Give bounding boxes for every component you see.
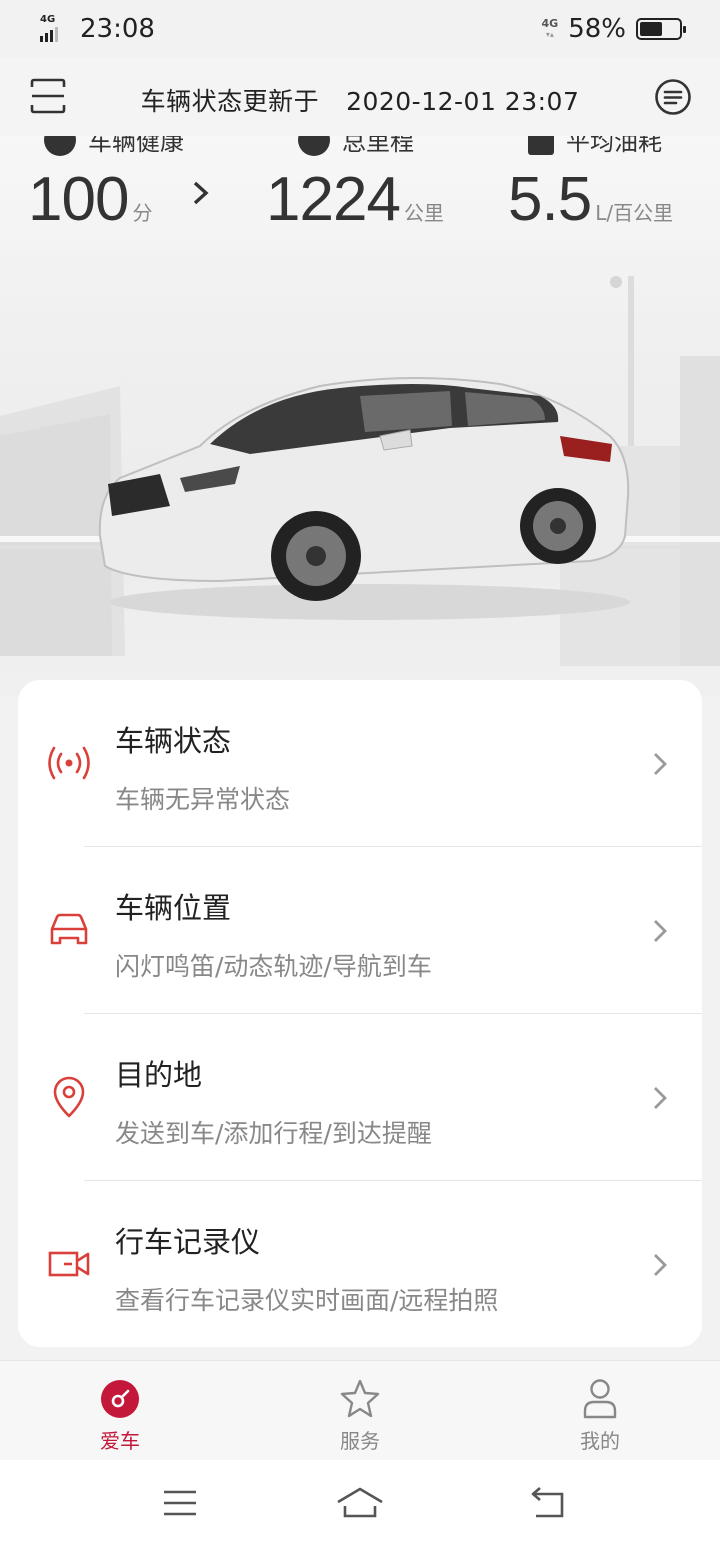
stat-health[interactable]: 100 分 xyxy=(28,164,152,235)
battery-icon xyxy=(636,18,686,40)
menu-item-vehicle-location[interactable]: 车辆位置 闪灯鸣笛/动态轨迹/导航到车 xyxy=(18,847,702,1014)
status-left: 4G 23:08 xyxy=(40,14,155,44)
chevron-right-icon xyxy=(654,920,667,942)
status-bar: 4G 23:08 4G ▾▴ 58% xyxy=(0,0,720,58)
network-type-right: 4G xyxy=(541,16,559,30)
health-unit: 分 xyxy=(132,201,153,225)
menu-item-subtitle: 发送到车/添加行程/到达提醒 xyxy=(115,1119,432,1148)
car-image xyxy=(98,377,630,620)
car-gauge-icon xyxy=(101,1380,139,1418)
signal-broadcast-icon xyxy=(48,746,90,780)
car-icon xyxy=(50,913,88,945)
location-pin-icon xyxy=(53,1076,85,1118)
menu-item-subtitle: 车辆无异常状态 xyxy=(115,785,291,814)
stat-label-text: 平均油耗 xyxy=(566,136,662,156)
fuel-icon xyxy=(528,136,554,155)
total-mileage: 1224 xyxy=(266,165,401,234)
tab-label: 服务 xyxy=(340,1429,380,1453)
tab-service[interactable]: 服务 xyxy=(240,1361,480,1461)
menu-item-title: 车辆状态 xyxy=(115,724,232,758)
app-header: 车辆状态更新于 2020-12-01 23:07 xyxy=(0,58,720,136)
menu-item-vehicle-status[interactable]: 车辆状态 车辆无异常状态 xyxy=(18,680,702,847)
menu-item-destination[interactable]: 目的地 发送到车/添加行程/到达提醒 xyxy=(18,1014,702,1181)
tab-label: 我的 xyxy=(580,1429,620,1453)
avg-fuel: 5.5 xyxy=(508,165,592,234)
network-type-left: 4G xyxy=(40,14,56,25)
home-icon[interactable] xyxy=(336,1486,384,1520)
chevron-right-icon[interactable] xyxy=(192,180,210,206)
status-right: 4G ▾▴ 58% xyxy=(541,14,686,44)
mileage-unit: 公里 xyxy=(403,201,444,225)
back-icon[interactable] xyxy=(528,1486,568,1520)
star-icon xyxy=(340,1379,380,1418)
fuel-unit: L/百公里 xyxy=(595,201,674,225)
tab-mine[interactable]: 我的 xyxy=(480,1361,720,1461)
bottom-tab-bar: 爱车 服务 我的 xyxy=(0,1360,720,1460)
battery-percent: 58% xyxy=(568,14,626,44)
menu-item-subtitle: 查看行车记录仪实时画面/远程拍照 xyxy=(115,1286,499,1315)
menu-item-title: 行车记录仪 xyxy=(115,1225,261,1259)
chevron-right-icon xyxy=(654,753,667,775)
tab-my-car[interactable]: 爱车 xyxy=(0,1361,240,1461)
chevron-right-icon xyxy=(654,1087,667,1109)
stat-label-text: 总里程 xyxy=(342,136,414,156)
menu-item-subtitle: 闪灯鸣笛/动态轨迹/导航到车 xyxy=(115,952,432,981)
dashcam-icon xyxy=(48,1251,90,1277)
status-time: 23:08 xyxy=(80,14,155,44)
cellular-signal-icon: 4G xyxy=(40,14,70,42)
menu-icon[interactable] xyxy=(160,1486,200,1520)
stat-labels: 车辆健康 总里程 平均油耗 xyxy=(0,136,720,156)
odometer-icon xyxy=(298,136,330,156)
stat-label-mileage: 总里程 xyxy=(298,136,414,157)
person-icon xyxy=(583,1379,617,1419)
menu-item-title: 目的地 xyxy=(115,1058,203,1092)
heartbeat-icon xyxy=(44,136,76,156)
health-score: 100 xyxy=(28,165,129,234)
update-status-text: 车辆状态更新于 2020-12-01 23:07 xyxy=(0,82,720,118)
tab-label: 爱车 xyxy=(100,1429,140,1453)
update-time: 2020-12-01 23:07 xyxy=(346,87,580,116)
menu-item-title: 车辆位置 xyxy=(115,891,232,925)
update-label: 车辆状态更新于 xyxy=(140,87,320,116)
function-card: 车辆状态 车辆无异常状态 车辆位置 闪灯鸣笛/动态轨迹/导航到车 目的地 发送到… xyxy=(18,680,702,1347)
menu-item-dashcam[interactable]: 行车记录仪 查看行车记录仪实时画面/远程拍照 xyxy=(18,1181,702,1347)
network-type-icon: 4G ▾▴ xyxy=(541,16,559,39)
stat-label-health: 车辆健康 xyxy=(44,136,184,157)
stat-fuel: 5.5 L/百公里 xyxy=(508,164,673,235)
battery-fill xyxy=(640,22,663,36)
system-nav-bar xyxy=(0,1460,720,1544)
chevron-right-icon xyxy=(654,1254,667,1276)
stat-mileage: 1224 公里 xyxy=(266,164,444,235)
stat-label-fuel: 平均油耗 xyxy=(528,136,662,157)
message-icon[interactable] xyxy=(654,78,692,116)
stat-label-text: 车辆健康 xyxy=(88,136,184,156)
vehicle-hero: 车辆健康 总里程 平均油耗 100 分 1224 公里 5.5 L/百公里 xyxy=(0,136,720,696)
